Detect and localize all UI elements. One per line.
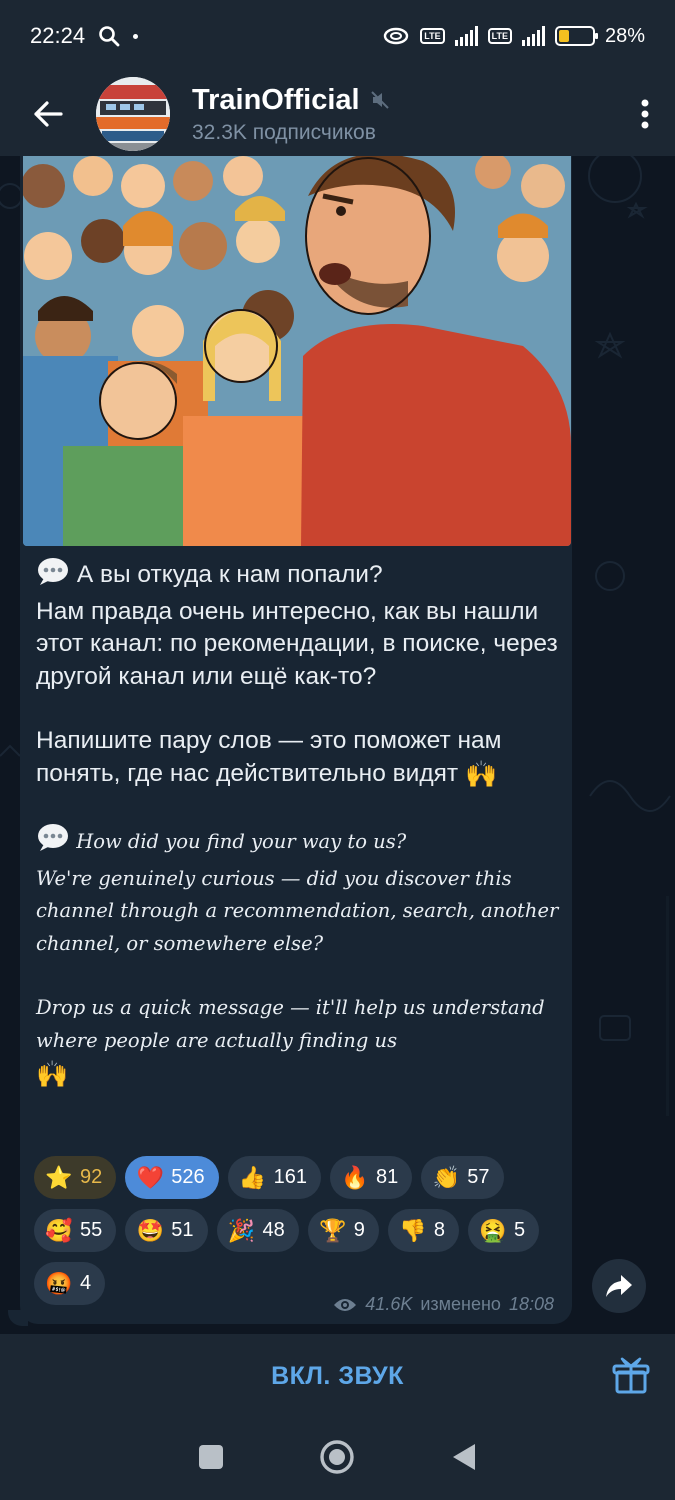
reactions-bar: ⭐ 92 ❤️ 526 👍 161 🔥 81 👏 57 🥰 55 🤩 51 🎉 48 🏆 9 👎 8 🤮 5 🤬 4	[34, 1156, 564, 1305]
reaction-star-struck[interactable]: 🤩 51	[125, 1209, 208, 1252]
en-cta: Drop us a quick message — it'll help us …	[36, 996, 545, 1052]
reaction-count: 526	[171, 1166, 205, 1188]
more-vertical-icon	[641, 99, 649, 129]
share-button[interactable]	[592, 1259, 646, 1313]
trophy-icon: 🏆	[319, 1217, 347, 1243]
status-bar: 22:24 LTE LTE 28%	[0, 0, 675, 72]
eye-icon	[334, 1298, 357, 1311]
chat-header: TrainOfficial 32.3K подписчиков	[0, 72, 675, 156]
speech-bubble-icon	[36, 556, 70, 596]
ru-cta: Напишите пару слов — это поможет нам пон…	[36, 727, 502, 787]
clap-icon: 👏	[432, 1164, 460, 1190]
message-text: А вы откуда к нам попали? Нам правда оче…	[36, 556, 561, 1090]
reaction-vomit-face[interactable]: 🤮 5	[468, 1209, 540, 1252]
reaction-count: 48	[262, 1219, 285, 1241]
en-body: We're genuinely curious — did you discov…	[36, 866, 559, 955]
volte-icon: LTE	[420, 28, 445, 44]
reaction-thumbs-up[interactable]: 👍 161	[227, 1156, 321, 1199]
raised-hands-icon-2: 🙌	[36, 1058, 69, 1089]
chat-area[interactable]: А вы откуда к нам попали? Нам правда оче…	[0, 156, 675, 1334]
battery-percent: 28%	[604, 24, 645, 47]
signal-1-icon	[454, 26, 478, 46]
thumbs-down-icon: 👎	[399, 1217, 427, 1243]
reaction-hearts-face[interactable]: 🥰 55	[34, 1209, 117, 1252]
reaction-trophy[interactable]: 🏆 9	[307, 1209, 379, 1252]
ru-body: Нам правда очень интересно, как вы нашли…	[36, 597, 558, 690]
reaction-count: 9	[353, 1219, 365, 1241]
battery-icon	[554, 26, 598, 46]
hearts-face-icon: 🥰	[45, 1217, 73, 1243]
recents-button[interactable]	[198, 1444, 224, 1475]
reaction-fire[interactable]: 🔥 81	[330, 1156, 413, 1199]
reaction-count: 55	[80, 1219, 103, 1241]
crowd-illustration	[23, 156, 571, 546]
channel-avatar[interactable]	[96, 77, 170, 151]
reaction-count: 51	[171, 1219, 194, 1241]
reaction-count: 4	[80, 1272, 92, 1294]
status-time: 22:24	[30, 23, 86, 48]
reaction-heart[interactable]: ❤️ 526	[125, 1156, 219, 1199]
post-image[interactable]	[23, 156, 571, 546]
search-icon	[99, 26, 120, 47]
reaction-count: 5	[514, 1219, 526, 1241]
heart-icon: ❤️	[136, 1164, 164, 1190]
edited-label: изменено	[420, 1294, 501, 1314]
home-button[interactable]	[319, 1439, 355, 1480]
gift-button[interactable]	[611, 1356, 651, 1396]
more-menu-button[interactable]	[615, 72, 675, 156]
reaction-count: 57	[467, 1166, 490, 1188]
back-button[interactable]	[0, 72, 96, 156]
reaction-count: 8	[433, 1219, 445, 1241]
cursing-face-icon: 🤬	[45, 1270, 73, 1296]
message-meta: 41.6K изменено 18:08	[333, 1294, 554, 1315]
reaction-star[interactable]: ⭐ 92	[34, 1156, 117, 1199]
raised-hands-icon: 🙌	[464, 758, 498, 789]
gift-icon	[612, 1357, 650, 1394]
muted-icon	[370, 91, 389, 109]
speech-bubble-icon-2	[36, 822, 70, 863]
reaction-cursing-face[interactable]: 🤬 4	[34, 1262, 106, 1305]
channel-title[interactable]: TrainOfficial	[192, 84, 360, 117]
ru-question: А вы откуда к нам попали?	[76, 561, 383, 589]
back-nav-button[interactable]	[451, 1442, 477, 1477]
circle-icon	[320, 1439, 355, 1474]
message-time: 18:08	[508, 1294, 554, 1314]
reaction-count: 81	[376, 1166, 399, 1188]
train-avatar-icon	[96, 77, 170, 151]
reaction-thumbs-down[interactable]: 👎 8	[387, 1209, 459, 1252]
party-popper-icon: 🎉	[227, 1217, 256, 1243]
reaction-clap[interactable]: 👏 57	[421, 1156, 504, 1199]
notification-dot-icon	[133, 33, 139, 39]
share-arrow-icon	[606, 1275, 632, 1297]
subscriber-count: 32.3K подписчиков	[192, 120, 376, 144]
bottom-bar: ВКЛ. ЗВУК	[0, 1334, 675, 1418]
star-struck-icon: 🤩	[136, 1217, 164, 1243]
reaction-count: 92	[80, 1166, 103, 1188]
square-icon	[198, 1444, 223, 1469]
back-arrow-icon	[34, 101, 63, 127]
triangle-back-icon	[453, 1443, 476, 1470]
link-icon	[384, 27, 409, 45]
thumbs-up-icon: 👍	[238, 1164, 267, 1190]
unmute-button[interactable]: ВКЛ. ЗВУК	[271, 1362, 404, 1391]
message-bubble[interactable]: А вы откуда к нам попали? Нам правда оче…	[20, 156, 572, 1324]
volte-2-icon: LTE	[487, 28, 512, 44]
scrollbar[interactable]	[666, 896, 669, 1116]
en-question: How did you find your way to us?	[76, 830, 407, 854]
vomit-face-icon: 🤮	[479, 1217, 507, 1243]
reaction-party-popper[interactable]: 🎉 48	[216, 1209, 299, 1252]
fire-icon: 🔥	[341, 1164, 369, 1190]
signal-2-icon	[521, 26, 545, 46]
star-icon: ⭐	[45, 1164, 73, 1190]
system-nav-bar	[0, 1418, 675, 1500]
view-count: 41.6K	[365, 1294, 413, 1314]
reaction-count: 161	[273, 1166, 307, 1188]
